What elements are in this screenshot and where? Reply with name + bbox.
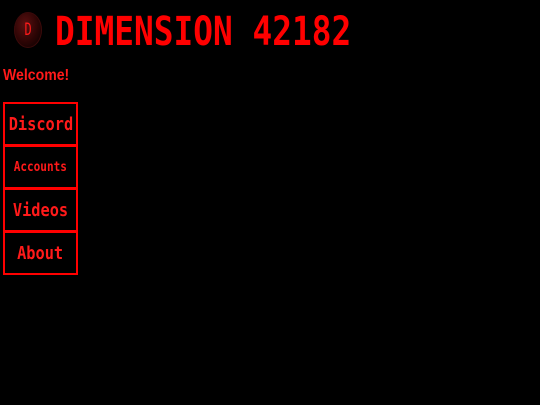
nav-item-about[interactable]: About xyxy=(3,231,78,275)
nav-item-label: Discord xyxy=(8,113,73,135)
page: D DIMENSION 42182 Welcome! Discord Accou… xyxy=(0,0,540,405)
nav-item-discord[interactable]: Discord xyxy=(3,102,78,146)
nav-item-videos[interactable]: Videos xyxy=(3,188,78,232)
site-header: D xyxy=(12,8,42,52)
nav-item-accounts[interactable]: Accounts xyxy=(3,145,78,189)
logo-letter: D xyxy=(24,19,32,40)
welcome-message: Welcome! xyxy=(3,67,70,84)
site-title: DIMENSION 42182 xyxy=(55,9,352,55)
nav-item-label: About xyxy=(17,242,64,264)
nav-item-label: Accounts xyxy=(13,159,68,175)
nav-item-label: Videos xyxy=(12,199,69,221)
logo-icon: D xyxy=(14,12,42,48)
side-nav: Discord Accounts Videos About xyxy=(3,102,78,275)
